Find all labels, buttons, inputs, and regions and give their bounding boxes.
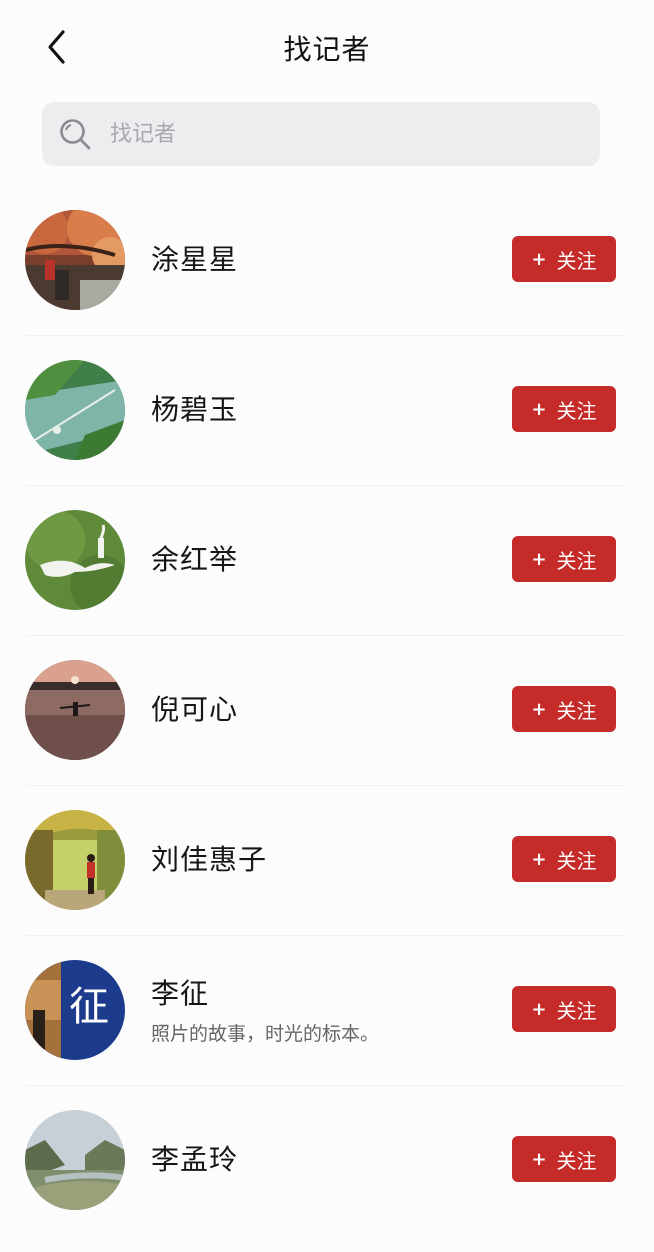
plus-icon: + (531, 248, 547, 270)
page-title: 找记者 (283, 33, 371, 66)
avatar (25, 1110, 125, 1210)
search-input[interactable] (108, 120, 552, 148)
reporter-list: 涂星星 + 关注 杨碧玉 + 关注 余红举 + 关注 倪可心 + 关注 刘佳惠子… (0, 186, 654, 1236)
follow-button[interactable]: + 关注 (512, 1136, 616, 1182)
reporter-item[interactable]: 余红举 + 关注 (0, 486, 654, 636)
follow-label: 关注 (556, 698, 597, 723)
plus-icon: + (531, 548, 547, 570)
plus-icon: + (531, 698, 547, 720)
follow-button[interactable]: + 关注 (512, 686, 616, 732)
plus-icon: + (531, 998, 547, 1020)
avatar (25, 510, 125, 610)
top-bar: 找记者 (0, 0, 654, 96)
reporter-item[interactable]: 涂星星 + 关注 (0, 186, 654, 336)
follow-button[interactable]: + 关注 (512, 536, 616, 582)
avatar (25, 660, 125, 760)
reporter-name: 李征 (151, 977, 210, 1010)
follow-button[interactable]: + 关注 (512, 386, 616, 432)
avatar: 征 (25, 960, 125, 1060)
reporter-name: 刘佳惠子 (151, 843, 268, 876)
reporter-item[interactable]: 倪可心 + 关注 (0, 636, 654, 786)
avatar (25, 210, 125, 310)
reporter-bio: 照片的故事，时光的标本。 (151, 1023, 380, 1045)
reporter-name: 倪可心 (151, 693, 239, 726)
reporter-item[interactable]: 刘佳惠子 + 关注 (0, 786, 654, 936)
avatar (25, 360, 125, 460)
reporter-item[interactable]: 李孟玲 + 关注 (0, 1086, 654, 1236)
follow-label: 关注 (556, 548, 597, 573)
follow-label: 关注 (556, 1148, 597, 1173)
follow-button[interactable]: + 关注 (512, 836, 616, 882)
avatar-title-text: 征 (69, 984, 109, 1030)
plus-icon: + (531, 398, 547, 420)
reporter-name: 李孟玲 (151, 1143, 239, 1176)
follow-label: 关注 (556, 398, 597, 423)
plus-icon: + (531, 1148, 547, 1170)
follow-label: 关注 (556, 998, 597, 1023)
reporter-name: 余红举 (151, 543, 239, 576)
reporter-name: 涂星星 (151, 243, 239, 276)
search-icon (58, 117, 92, 151)
reporter-item[interactable]: 征 李征 照片的故事，时光的标本。 + 关注 (0, 936, 654, 1086)
follow-label: 关注 (556, 248, 597, 273)
follow-button[interactable]: + 关注 (512, 236, 616, 282)
reporter-name: 杨碧玉 (151, 393, 239, 426)
search-bar[interactable] (42, 102, 600, 166)
follow-button[interactable]: + 关注 (512, 986, 616, 1032)
follow-label: 关注 (556, 848, 597, 873)
plus-icon: + (531, 848, 547, 870)
reporter-item[interactable]: 杨碧玉 + 关注 (0, 336, 654, 486)
avatar (25, 810, 125, 910)
